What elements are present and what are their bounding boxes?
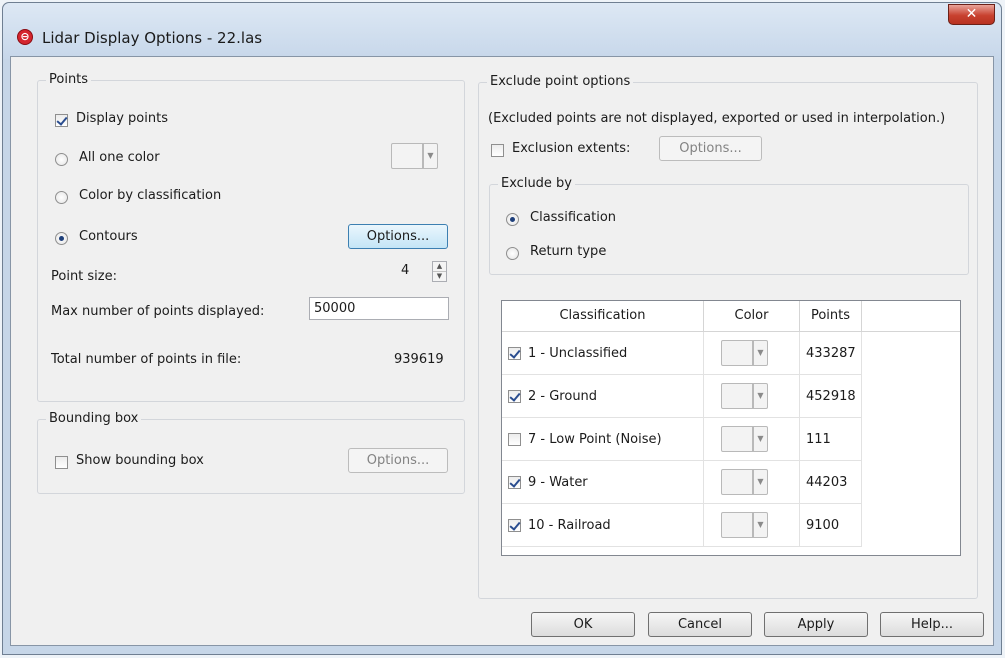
contours-radio[interactable] [55, 232, 68, 245]
row-color-dropdown-arrow-icon[interactable]: ▼ [753, 512, 768, 538]
row-color-swatch[interactable] [721, 512, 753, 538]
point-size-spinner[interactable]: ▲ ▼ [432, 261, 447, 282]
exclude-options-group-title: Exclude point options [487, 74, 634, 89]
table-row[interactable]: 7 - Low Point (Noise) ▼ 111 [502, 418, 862, 461]
row-classification-label: 2 - Ground [528, 389, 598, 404]
exclude-by-group-title: Exclude by [498, 176, 576, 191]
all-one-color-radio[interactable] [55, 153, 68, 166]
dialog-window: ⊖ Lidar Display Options - 22.las ✕ Point… [2, 2, 1002, 655]
column-header-classification[interactable]: Classification [502, 301, 704, 332]
exclusion-extents-options-button[interactable]: Options... [659, 136, 762, 161]
row-include-checkbox[interactable] [508, 476, 521, 489]
bounding-box-group-title: Bounding box [46, 411, 142, 426]
total-points-value: 939619 [394, 352, 444, 367]
row-include-checkbox[interactable] [508, 433, 521, 446]
row-color-dropdown-arrow-icon[interactable]: ▼ [753, 469, 768, 495]
table-row[interactable]: 1 - Unclassified ▼ 433287 [502, 332, 862, 375]
max-points-label: Max number of points displayed: [51, 304, 265, 319]
dialog-client-area: Points Display points All one color ▼ Co… [10, 56, 994, 646]
show-bounding-box-checkbox[interactable] [55, 456, 68, 469]
row-color-swatch[interactable] [721, 383, 753, 409]
ok-button[interactable]: OK [531, 612, 635, 637]
row-classification-label: 1 - Unclassified [528, 346, 628, 361]
color-by-classification-radio[interactable] [55, 191, 68, 204]
table-row[interactable]: 10 - Railroad ▼ 9100 [502, 504, 862, 547]
table-header: Classification Color Points [502, 301, 960, 332]
bounding-box-options-button[interactable]: Options... [348, 448, 448, 473]
window-title: Lidar Display Options - 22.las [42, 29, 263, 47]
one-color-dropdown-arrow-icon[interactable]: ▼ [423, 143, 438, 169]
title-bar[interactable]: ⊖ Lidar Display Options - 22.las ✕ [3, 3, 1001, 59]
row-classification-label: 10 - Railroad [528, 518, 611, 533]
row-color-swatch[interactable] [721, 340, 753, 366]
row-color-dropdown-arrow-icon[interactable]: ▼ [753, 426, 768, 452]
spin-up-icon[interactable]: ▲ [433, 262, 446, 272]
show-bounding-box-label: Show bounding box [76, 453, 204, 468]
column-header-points[interactable]: Points [800, 301, 862, 332]
row-points-value: 452918 [806, 389, 856, 404]
exclude-by-return-type-radio[interactable] [506, 247, 519, 260]
row-classification-label: 7 - Low Point (Noise) [528, 432, 662, 447]
all-one-color-label: All one color [79, 150, 160, 165]
row-color-dropdown-arrow-icon[interactable]: ▼ [753, 383, 768, 409]
app-logo-icon: ⊖ [17, 29, 33, 45]
row-color-swatch[interactable] [721, 426, 753, 452]
point-size-input[interactable]: 4 [397, 260, 431, 283]
exclude-by-return-type-label: Return type [530, 244, 607, 259]
row-points-value: 433287 [806, 346, 856, 361]
row-color-swatch[interactable] [721, 469, 753, 495]
color-by-classification-label: Color by classification [79, 188, 222, 203]
exclude-by-classification-label: Classification [530, 210, 617, 225]
display-points-checkbox[interactable] [55, 114, 68, 127]
row-classification-label: 9 - Water [528, 475, 588, 490]
table-row[interactable]: 2 - Ground ▼ 452918 [502, 375, 862, 418]
total-points-label: Total number of points in file: [51, 352, 242, 367]
close-button[interactable]: ✕ [948, 4, 995, 25]
exclude-note: (Excluded points are not displayed, expo… [488, 111, 946, 126]
contours-label: Contours [79, 229, 138, 244]
exclude-by-group: Exclude by [489, 176, 969, 275]
cancel-button[interactable]: Cancel [648, 612, 752, 637]
point-size-label: Point size: [51, 269, 117, 284]
row-include-checkbox[interactable] [508, 519, 521, 532]
spin-down-icon[interactable]: ▼ [433, 272, 446, 282]
points-group-title: Points [46, 72, 92, 87]
row-color-dropdown-arrow-icon[interactable]: ▼ [753, 340, 768, 366]
display-points-label: Display points [76, 111, 168, 126]
contours-options-button[interactable]: Options... [348, 224, 448, 249]
exclusion-extents-label: Exclusion extents: [512, 141, 631, 156]
column-header-color[interactable]: Color [704, 301, 800, 332]
row-include-checkbox[interactable] [508, 390, 521, 403]
row-points-value: 44203 [806, 475, 848, 490]
row-include-checkbox[interactable] [508, 347, 521, 360]
one-color-swatch[interactable] [391, 143, 423, 169]
exclusion-extents-checkbox[interactable] [491, 144, 504, 157]
exclude-by-classification-radio[interactable] [506, 213, 519, 226]
row-points-value: 9100 [806, 518, 840, 533]
apply-button[interactable]: Apply [764, 612, 868, 637]
max-points-input[interactable]: 50000 [309, 297, 449, 320]
row-points-value: 111 [806, 432, 831, 447]
help-button[interactable]: Help... [880, 612, 984, 637]
table-row[interactable]: 9 - Water ▼ 44203 [502, 461, 862, 504]
classification-table: Classification Color Points 1 - Unclassi… [501, 300, 961, 556]
